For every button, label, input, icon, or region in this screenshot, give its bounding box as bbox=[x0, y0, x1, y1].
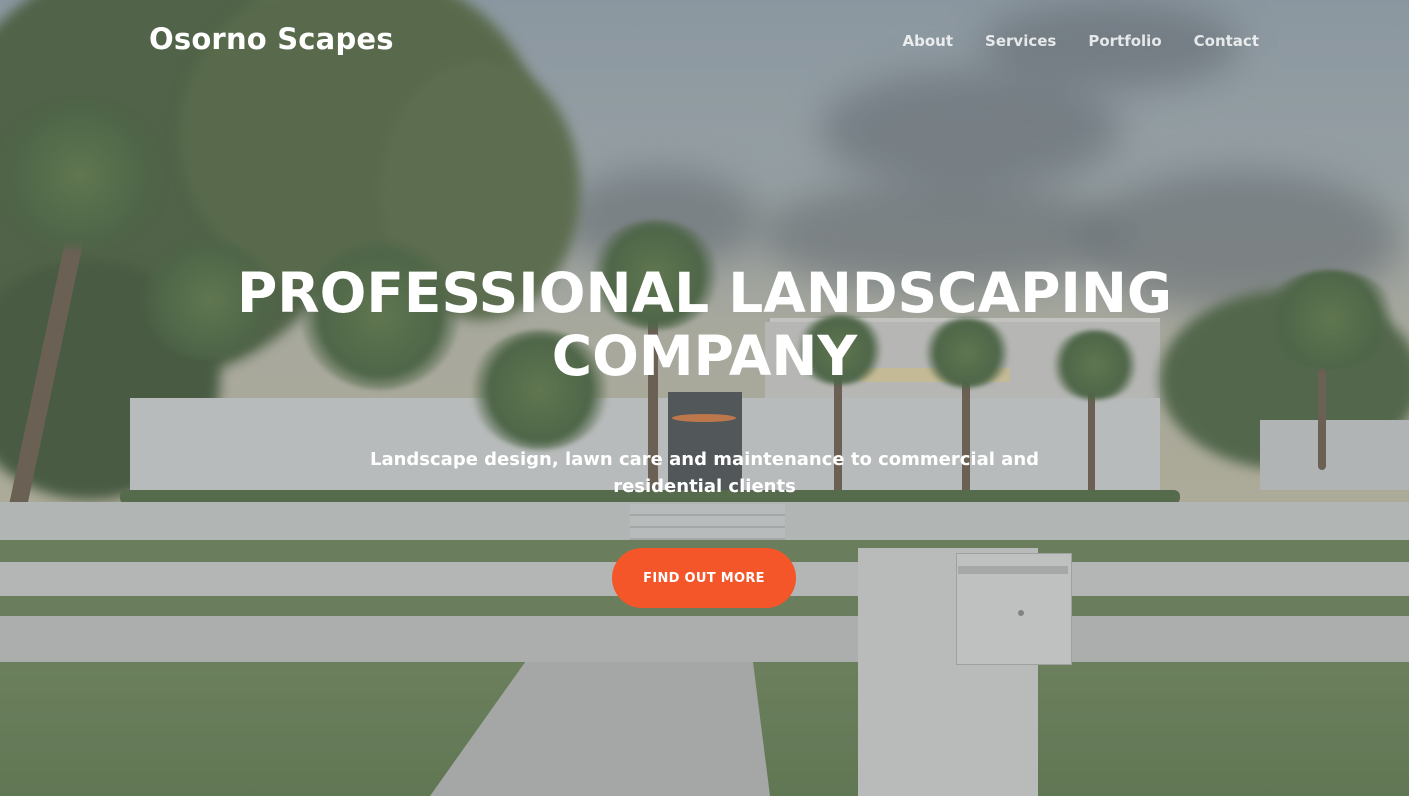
main-nav: About Services Portfolio Contact bbox=[903, 31, 1259, 50]
nav-link-portfolio[interactable]: Portfolio bbox=[1088, 32, 1161, 50]
hero-title: PROFESSIONAL LANDSCAPING COMPANY bbox=[0, 262, 1409, 388]
nav-item-contact: Contact bbox=[1194, 31, 1259, 50]
nav-link-about[interactable]: About bbox=[903, 32, 954, 50]
nav-link-services[interactable]: Services bbox=[985, 32, 1056, 50]
nav-item-services: Services bbox=[985, 31, 1056, 50]
hero-subtitle: Landscape design, lawn care and maintena… bbox=[369, 449, 1040, 497]
nav-item-portfolio: Portfolio bbox=[1088, 31, 1161, 50]
hero-title-line-2: COMPANY bbox=[551, 324, 858, 388]
nav-link-contact[interactable]: Contact bbox=[1194, 32, 1259, 50]
hero-title-line-1: PROFESSIONAL LANDSCAPING bbox=[236, 261, 1173, 325]
find-out-more-button[interactable]: FIND OUT MORE bbox=[612, 548, 796, 608]
brand-logo-link[interactable]: Osorno Scapes bbox=[149, 22, 394, 56]
hero-background-image bbox=[0, 0, 1409, 796]
hero-overlay bbox=[0, 0, 1409, 796]
nav-item-about: About bbox=[903, 31, 954, 50]
